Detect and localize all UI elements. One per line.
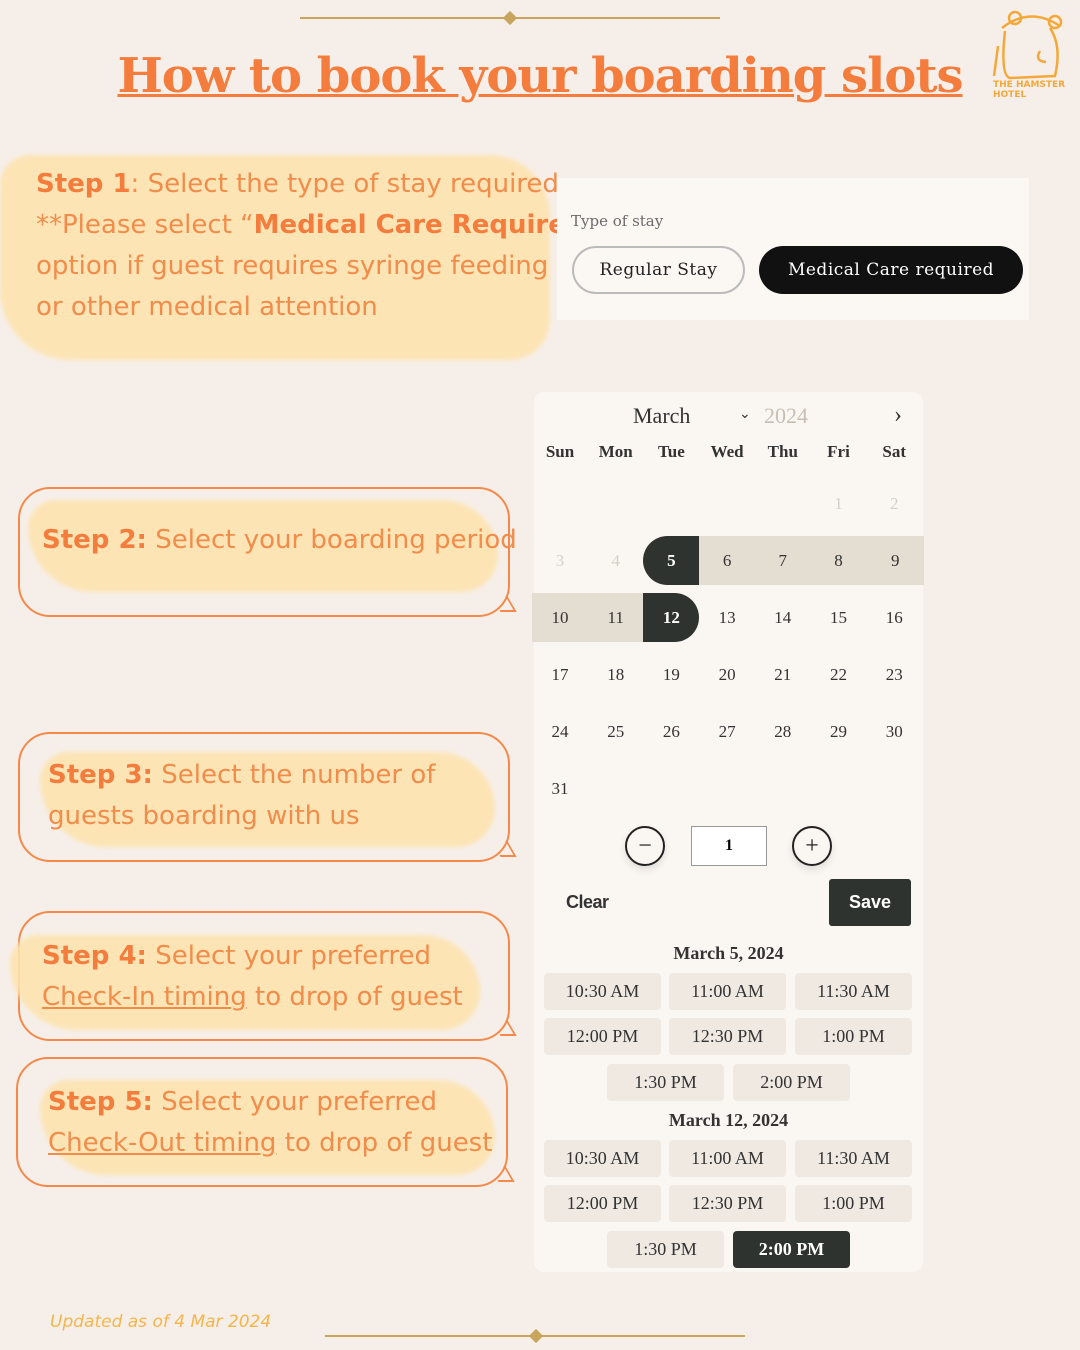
page-title: How to book your boarding slots: [117, 48, 963, 104]
calendar-day[interactable]: 7: [754, 536, 811, 585]
check-in-date-heading: March 5, 2024: [673, 943, 784, 963]
step-label: Step 5:: [48, 1087, 153, 1117]
calendar-day[interactable]: 12: [643, 593, 700, 642]
calendar-day[interactable]: 27: [699, 707, 755, 756]
step-note: **Please select “: [36, 210, 254, 240]
time-slot[interactable]: 1:00 PM: [795, 1185, 912, 1222]
step-note-bold: Medical Care Required: [253, 210, 585, 240]
check-out-date-heading: March 12, 2024: [668, 1110, 789, 1130]
calendar-day[interactable]: 11: [587, 593, 644, 642]
guest-count-input[interactable]: 1: [691, 826, 767, 866]
calendar-day: 2: [889, 493, 899, 513]
step-text: Select your preferred: [146, 941, 432, 971]
time-slot[interactable]: 1:30 PM: [607, 1064, 724, 1101]
calendar-day[interactable]: 9: [866, 536, 925, 585]
next-month-icon[interactable]: ›: [894, 402, 902, 429]
calendar-day[interactable]: 17: [532, 650, 588, 699]
step-text: : Select the type of stay required.: [130, 169, 568, 199]
calendar-day[interactable]: 26: [643, 707, 699, 756]
step-text: Select your preferred: [152, 1087, 438, 1117]
step-label: Step 1: [36, 169, 131, 199]
step-text: Select your boarding period: [146, 525, 517, 555]
calendar-day[interactable]: 30: [866, 707, 922, 756]
step-5-text: Step 5: Select your preferred Check-Out t…: [48, 1082, 492, 1164]
time-slot[interactable]: 12:00 PM: [544, 1018, 661, 1055]
time-slot[interactable]: 2:00 PM: [733, 1064, 850, 1101]
time-slot[interactable]: 1:30 PM: [607, 1231, 724, 1268]
weekday-header: Sun: [545, 442, 575, 461]
weekday-header: Thu: [767, 442, 798, 461]
logo-text: THE HAMSTER HOTEL: [993, 80, 1066, 100]
increment-guests-button[interactable]: +: [792, 826, 832, 866]
calendar-day[interactable]: 10: [532, 593, 588, 642]
time-slot[interactable]: 12:30 PM: [669, 1185, 786, 1222]
medical-care-button[interactable]: Medical Care required: [759, 246, 1023, 294]
calendar-day[interactable]: 5: [643, 536, 700, 585]
time-slot[interactable]: 10:30 AM: [544, 1140, 661, 1177]
step-label: Step 4:: [42, 941, 147, 971]
stay-type-label: Type of stay: [571, 212, 664, 230]
calendar-day: 4: [611, 550, 620, 570]
time-slot[interactable]: 11:30 AM: [795, 1140, 912, 1177]
time-slot[interactable]: 2:00 PM: [733, 1231, 850, 1268]
year-select[interactable]: 2024: [764, 403, 808, 429]
time-slot[interactable]: 1:00 PM: [795, 1018, 912, 1055]
calendar-day[interactable]: 20: [699, 650, 755, 699]
ornament-diamond: [502, 10, 518, 26]
calendar-day[interactable]: 28: [755, 707, 811, 756]
calendar-day[interactable]: 14: [755, 593, 811, 642]
decrement-guests-button[interactable]: −: [625, 826, 665, 866]
step-2-text: Step 2: Select your boarding period: [42, 520, 517, 561]
step-text: to drop of guest: [246, 982, 463, 1012]
weekday-header: Sat: [882, 442, 906, 461]
step-1-text: Step 1: Select the type of stay required…: [36, 164, 598, 328]
updated-note: Updated as of 4 Mar 2024: [50, 1312, 272, 1332]
step-4-text: Step 4: Select your preferred Check-In ti…: [42, 936, 463, 1018]
time-slot[interactable]: 10:30 AM: [544, 973, 661, 1010]
calendar-day[interactable]: 25: [588, 707, 644, 756]
calendar-day[interactable]: 24: [532, 707, 588, 756]
weekday-header: Wed: [710, 442, 744, 461]
weekday-header: Tue: [658, 442, 685, 461]
month-select[interactable]: March: [633, 403, 690, 429]
step-text: Select the number of: [152, 760, 436, 790]
time-slot[interactable]: 11:00 AM: [669, 1140, 786, 1177]
calendar-day[interactable]: 29: [811, 707, 867, 756]
regular-stay-button[interactable]: Regular Stay: [572, 246, 745, 294]
weekday-header: Mon: [598, 442, 633, 461]
calendar-day[interactable]: 15: [811, 593, 867, 642]
time-slot[interactable]: 12:00 PM: [544, 1185, 661, 1222]
calendar-day[interactable]: 13: [699, 593, 755, 642]
step-text: to drop of guest: [276, 1128, 493, 1158]
calendar-day[interactable]: 19: [643, 650, 699, 699]
calendar-day[interactable]: 23: [866, 650, 922, 699]
time-slot[interactable]: 11:00 AM: [669, 973, 786, 1010]
calendar-day: 3: [555, 550, 565, 570]
calendar-day[interactable]: 22: [811, 650, 867, 699]
calendar-day[interactable]: 31: [532, 764, 588, 813]
step-label: Step 3:: [48, 760, 153, 790]
step-3-text: Step 3: Select the number of guests board…: [48, 755, 435, 837]
weekday-header: Fri: [827, 442, 850, 461]
ornament-diamond: [528, 1328, 544, 1344]
calendar-day[interactable]: 16: [866, 593, 922, 642]
calendar-day[interactable]: 6: [699, 536, 756, 585]
check-in-link: Check-In timing: [42, 982, 247, 1012]
step-note: option if guest requires syringe feeding: [36, 251, 549, 281]
time-slot[interactable]: 12:30 PM: [669, 1018, 786, 1055]
calendar-day: 1: [834, 493, 843, 513]
clear-button[interactable]: Clear: [566, 892, 609, 913]
chevron-down-icon[interactable]: ⌄: [739, 406, 751, 423]
calendar-day[interactable]: 21: [755, 650, 811, 699]
check-out-link: Check-Out timing: [48, 1128, 277, 1158]
stay-type-panel: Type of stay Regular Stay Medical Care r…: [557, 178, 1029, 320]
save-button[interactable]: Save: [829, 879, 911, 926]
calendar-day[interactable]: 8: [810, 536, 867, 585]
step-text: guests boarding with us: [48, 801, 360, 831]
calendar-day[interactable]: 18: [588, 650, 644, 699]
booking-calendar: March ⌄ 2024 › Sun Mon Tue Wed Thu Fri Sat 1 2 3 4…: [532, 392, 925, 1272]
step-label: Step 2:: [42, 525, 147, 555]
step-note: or other medical attention: [36, 292, 378, 322]
time-slot[interactable]: 11:30 AM: [795, 973, 912, 1010]
